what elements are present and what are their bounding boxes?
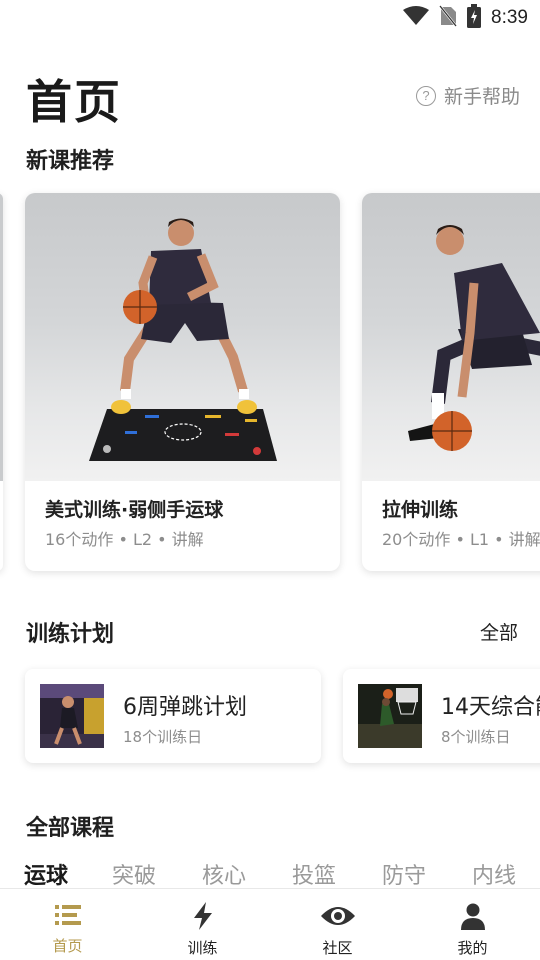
tab-post[interactable]: 内线: [472, 858, 516, 890]
nav-training[interactable]: 训练: [135, 889, 270, 960]
list-icon: [53, 901, 83, 933]
plans-title: 训练计划: [26, 622, 115, 647]
tab-core[interactable]: 核心: [202, 858, 246, 890]
course-meta: 20个动作 • L1 • 讲解: [382, 530, 540, 549]
bottom-nav: 首页 训练 社区 我的: [0, 888, 540, 960]
wifi-icon: [403, 6, 430, 30]
tab-dribble[interactable]: 运球: [24, 858, 68, 890]
plan-thumbnail: [358, 684, 422, 748]
nav-home[interactable]: 首页: [0, 889, 135, 960]
new-courses-title: 新课推荐: [26, 149, 115, 174]
course-card-peek[interactable]: [0, 193, 3, 571]
nav-label: 我的: [457, 939, 488, 957]
lightning-icon: [188, 901, 218, 935]
nav-label: 训练: [187, 939, 218, 957]
battery-charging-icon: [467, 4, 482, 32]
course-name: 拉伸训练: [382, 499, 459, 521]
plan-name: 14天综合能力: [441, 695, 540, 720]
nav-profile[interactable]: 我的: [405, 889, 540, 960]
plan-name: 6周弹跳计划: [123, 695, 247, 720]
plan-thumbnail: [40, 684, 104, 748]
status-time: 8:39: [491, 7, 528, 28]
eye-icon: [319, 901, 357, 935]
nav-label: 社区: [322, 939, 353, 957]
plan-card[interactable]: 14天综合能力 8个训练日: [343, 669, 540, 763]
all-courses-title: 全部课程: [26, 816, 115, 841]
tab-shooting[interactable]: 投篮: [292, 858, 336, 890]
course-photo: [362, 193, 540, 481]
course-name: 美式训练·弱侧手运球: [45, 499, 224, 521]
question-circle-icon: ?: [415, 85, 436, 106]
help-label: 新手帮助: [443, 86, 520, 108]
course-card[interactable]: 美式训练·弱侧手运球 16个动作 • L2 • 讲解: [25, 193, 340, 571]
nav-label: 首页: [52, 937, 83, 955]
plan-meta: 18个训练日: [123, 728, 203, 746]
person-icon: [458, 901, 488, 935]
plan-card[interactable]: 6周弹跳计划 18个训练日: [25, 669, 321, 763]
status-bar: 8:39: [0, 0, 540, 36]
tab-defense[interactable]: 防守: [382, 858, 426, 890]
course-meta: 16个动作 • L2 • 讲解: [45, 530, 204, 549]
plan-meta: 8个训练日: [441, 728, 511, 746]
view-all-plans-link[interactable]: 全部: [480, 618, 518, 645]
tab-breakthrough[interactable]: 突破: [112, 858, 156, 890]
page-title: 首页: [26, 75, 122, 129]
course-photo: [25, 193, 340, 481]
help-link[interactable]: ? 新手帮助: [415, 82, 520, 109]
no-sim-icon: [439, 5, 457, 31]
nav-community[interactable]: 社区: [270, 889, 405, 960]
course-card[interactable]: 拉伸训练 20个动作 • L1 • 讲解: [362, 193, 540, 571]
